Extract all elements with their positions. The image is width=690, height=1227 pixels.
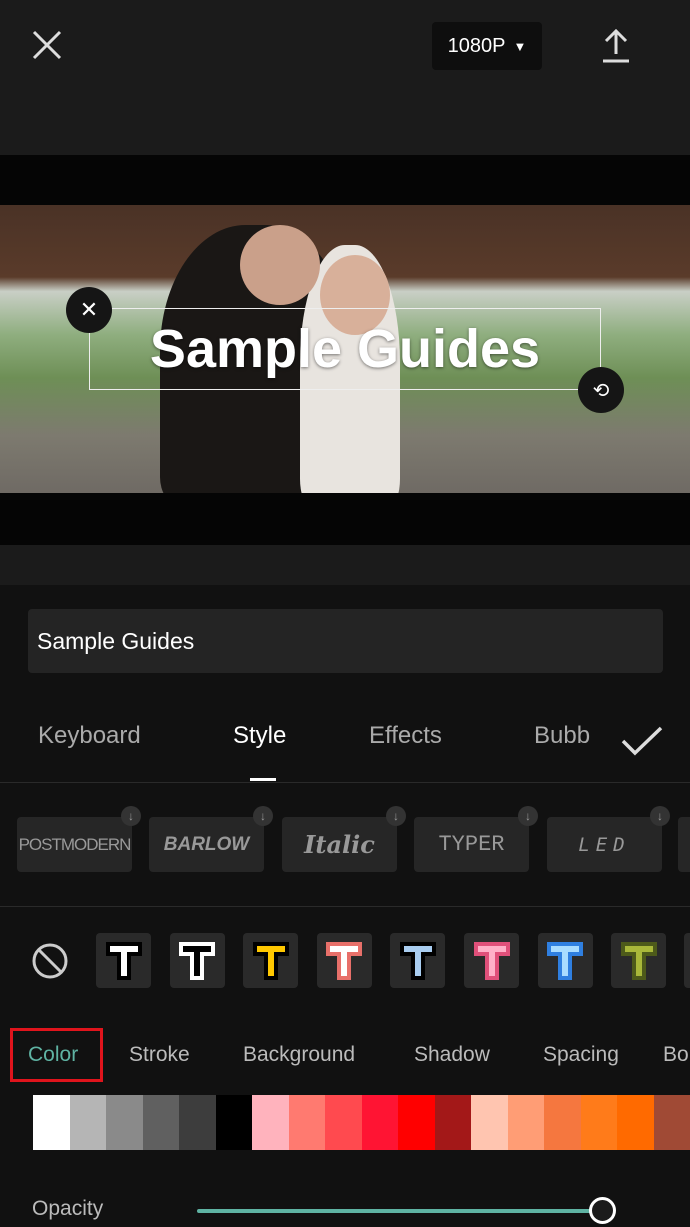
close-icon[interactable] [30,28,64,62]
color-swatch[interactable] [434,1095,471,1150]
t-letter-icon [473,941,510,980]
color-swatch[interactable] [215,1095,252,1150]
overlay-text[interactable]: Sample Guides [89,308,601,390]
subtab-spacing[interactable]: Spacing [543,1043,619,1067]
t-letter-icon [399,941,436,980]
t-letter-icon [179,941,216,980]
tab-keyboard[interactable]: Keyboard [38,722,141,750]
font-postmodern[interactable]: POSTMODERN [17,817,132,872]
close-icon: ✕ [79,297,99,322]
color-swatch[interactable] [653,1095,690,1150]
color-swatch[interactable] [179,1095,216,1150]
font-typer[interactable]: TYPER [414,817,529,872]
color-swatch[interactable] [325,1095,362,1150]
t-letter-icon [105,941,142,980]
top-bar [0,0,690,155]
text-style-preset[interactable] [611,933,667,988]
color-swatch[interactable] [398,1095,435,1150]
color-swatch[interactable] [471,1095,508,1150]
text-style-preset[interactable] [169,933,225,988]
delete-text-button[interactable]: ✕ [66,287,112,333]
tab-indicator [250,778,276,781]
download-icon: ↓ [518,806,538,826]
caret-down-icon: ▼ [513,38,527,54]
color-palette [33,1095,690,1150]
text-style-preset[interactable] [537,933,593,988]
t-letter-icon [326,941,363,980]
font-barlow[interactable]: BARLOW [149,817,264,872]
subtab-color[interactable]: Color [28,1043,78,1067]
font-italic[interactable]: Italic [282,817,397,872]
download-icon: ↓ [386,806,406,826]
divider [0,906,690,907]
text-style-preset[interactable] [316,933,372,988]
text-style-preset[interactable] [464,933,519,988]
color-swatch[interactable] [252,1095,289,1150]
t-letter-icon [547,941,584,980]
text-style-preset[interactable] [684,933,690,988]
color-swatch[interactable] [33,1095,70,1150]
opacity-slider-handle[interactable] [589,1197,616,1224]
download-icon: ↓ [253,806,273,826]
rotate-scale-handle[interactable]: ⟲ [578,367,624,413]
subtab-bold[interactable]: Bo [663,1043,689,1067]
color-swatch[interactable] [580,1095,617,1150]
color-swatch[interactable] [106,1095,143,1150]
color-swatch[interactable] [361,1095,398,1150]
color-swatch[interactable] [617,1095,654,1150]
text-input[interactable]: Sample Guides [28,609,663,673]
color-swatch[interactable] [544,1095,581,1150]
text-style-preset[interactable] [390,933,446,988]
color-swatch[interactable] [142,1095,179,1150]
opacity-label: Opacity [32,1197,104,1220]
text-style-preset[interactable] [96,933,151,988]
no-style-icon[interactable] [31,942,69,980]
timeline-strip [0,545,690,585]
font-led[interactable]: LED [547,817,662,872]
confirm-check-icon[interactable] [620,725,664,757]
color-swatch[interactable] [288,1095,325,1150]
download-icon: ↓ [650,806,670,826]
subtab-shadow[interactable]: Shadow [414,1043,490,1067]
color-swatch[interactable] [507,1095,544,1150]
tab-bubble[interactable]: Bubb [534,722,596,750]
t-letter-icon [620,941,657,980]
font-more[interactable] [678,817,690,872]
download-icon: ↓ [121,806,141,826]
upload-icon[interactable] [600,28,632,64]
tab-style[interactable]: Style [233,722,286,750]
subtab-stroke[interactable]: Stroke [129,1043,190,1067]
subtab-background[interactable]: Background [243,1043,355,1067]
divider [0,782,690,783]
t-letter-icon [252,941,289,980]
tab-effects[interactable]: Effects [369,722,442,750]
resolution-label: 1080P [447,34,506,57]
opacity-slider[interactable] [197,1209,602,1213]
rotate-icon: ⟲ [592,379,610,402]
color-swatch[interactable] [69,1095,106,1150]
text-style-preset[interactable] [243,933,299,988]
resolution-dropdown[interactable]: 1080P ▼ [432,22,542,70]
